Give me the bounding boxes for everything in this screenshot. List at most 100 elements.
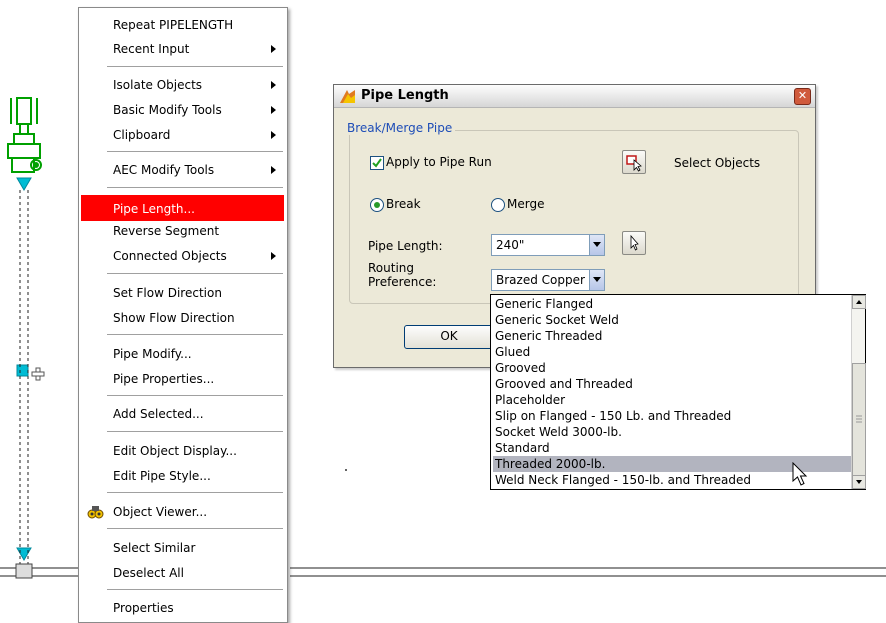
routing-preference-value: Brazed Copper xyxy=(496,273,585,287)
menu-item-pipe-length[interactable]: Pipe Length... xyxy=(81,195,284,221)
apply-to-pipe-run-label: Apply to Pipe Run xyxy=(386,155,492,169)
menu-item-add-selected[interactable]: Add Selected... xyxy=(81,403,284,425)
menu-item-label: Edit Pipe Style... xyxy=(113,469,211,483)
list-item[interactable]: Grooved xyxy=(493,360,853,376)
menu-item-label: Connected Objects xyxy=(113,249,227,263)
menu-separator xyxy=(107,273,283,274)
object-viewer-icon xyxy=(87,506,104,519)
menu-item-show-flow-direction[interactable]: Show Flow Direction xyxy=(81,307,284,329)
routing-preference-dropdown-list[interactable]: Generic Flanged Generic Socket Weld Gene… xyxy=(490,294,866,490)
menu-item-label: Set Flow Direction xyxy=(113,286,222,300)
list-item[interactable]: Glued xyxy=(493,344,853,360)
menu-item-recent-input[interactable]: Recent Input xyxy=(81,38,284,60)
menu-item-object-viewer[interactable]: Object Viewer... xyxy=(81,501,284,523)
submenu-arrow-icon xyxy=(271,106,276,114)
menu-item-edit-pipe-style[interactable]: Edit Pipe Style... xyxy=(81,465,284,487)
list-scrollbar[interactable] xyxy=(851,295,866,489)
chevron-down-icon xyxy=(856,480,862,484)
menu-separator xyxy=(107,334,283,335)
menu-item-label: Clipboard xyxy=(113,128,171,142)
pipe-start-marker[interactable] xyxy=(16,177,32,191)
break-radio[interactable] xyxy=(370,198,384,212)
menu-item-label: Recent Input xyxy=(113,42,190,56)
menu-item-aec-modify-tools[interactable]: AEC Modify Tools xyxy=(81,159,284,181)
dialog-title-bar[interactable]: Pipe Length ✕ xyxy=(334,85,815,108)
menu-item-label: Deselect All xyxy=(113,566,184,580)
pipe-length-app-icon xyxy=(340,90,355,103)
chevron-down-icon[interactable] xyxy=(589,235,604,255)
menu-separator xyxy=(107,395,283,396)
menu-item-label: Basic Modify Tools xyxy=(113,103,222,117)
scroll-thumb[interactable] xyxy=(852,363,866,477)
pipe-length-label: Pipe Length: xyxy=(368,239,443,253)
menu-item-label: Add Selected... xyxy=(113,407,204,421)
pipe-end-marker[interactable] xyxy=(16,547,32,561)
merge-label: Merge xyxy=(507,197,545,211)
routing-preference-combo[interactable]: Brazed Copper xyxy=(491,269,605,291)
menu-item-set-flow-direction[interactable]: Set Flow Direction xyxy=(81,282,284,304)
list-item[interactable]: Generic Flanged xyxy=(493,296,853,312)
menu-separator xyxy=(107,151,283,152)
menu-item-deselect-all[interactable]: Deselect All xyxy=(81,562,284,584)
menu-separator xyxy=(107,589,283,590)
pipe-midpoint-grip[interactable] xyxy=(16,364,29,377)
submenu-arrow-icon xyxy=(271,45,276,53)
ok-button[interactable]: OK xyxy=(404,325,494,349)
list-item[interactable]: Generic Threaded xyxy=(493,328,853,344)
menu-item-label: Object Viewer... xyxy=(113,505,208,519)
menu-item-label: Pipe Properties... xyxy=(113,372,215,386)
menu-item-connected-objects[interactable]: Connected Objects xyxy=(81,245,284,267)
menu-item-basic-modify-tools[interactable]: Basic Modify Tools xyxy=(81,99,284,121)
apply-to-pipe-run-checkbox[interactable] xyxy=(370,156,384,170)
menu-item-pipe-properties[interactable]: Pipe Properties... xyxy=(81,368,284,390)
list-item[interactable]: Grooved and Threaded xyxy=(493,376,853,392)
grip-icon xyxy=(856,415,862,423)
pick-point-icon xyxy=(630,234,639,251)
pipe-length-value: 240" xyxy=(496,238,525,252)
merge-radio[interactable] xyxy=(491,198,505,212)
menu-item-reverse-segment[interactable]: Reverse Segment xyxy=(81,220,284,242)
menu-item-label: Properties xyxy=(113,601,174,615)
menu-separator xyxy=(107,431,283,432)
menu-separator xyxy=(107,528,283,529)
menu-item-label: Edit Object Display... xyxy=(113,444,237,458)
menu-separator xyxy=(107,492,283,493)
menu-item-select-similar[interactable]: Select Similar xyxy=(81,537,284,559)
menu-item-label: AEC Modify Tools xyxy=(113,163,215,177)
menu-item-repeat-pipelength[interactable]: Repeat PIPELENGTH xyxy=(81,14,284,36)
menu-item-clipboard[interactable]: Clipboard xyxy=(81,124,284,146)
select-objects-icon xyxy=(626,155,642,172)
menu-item-label: Isolate Objects xyxy=(113,78,203,92)
menu-item-properties[interactable]: Properties xyxy=(81,597,284,619)
menu-item-label: Repeat PIPELENGTH xyxy=(113,18,234,32)
select-objects-button[interactable] xyxy=(622,150,646,174)
plus-grip-icon[interactable] xyxy=(31,367,45,381)
break-label: Break xyxy=(386,197,421,211)
menu-item-label: Show Flow Direction xyxy=(113,311,235,325)
menu-item-label: Reverse Segment xyxy=(113,224,220,238)
menu-separator xyxy=(107,187,283,188)
scroll-up-button[interactable] xyxy=(852,295,866,309)
list-item[interactable]: Placeholder xyxy=(493,392,853,408)
scroll-down-button[interactable] xyxy=(852,475,866,489)
pipe-length-combo[interactable]: 240" xyxy=(491,234,605,256)
list-item[interactable]: Slip on Flanged - 150 Lb. and Threaded xyxy=(493,408,853,424)
close-icon[interactable]: ✕ xyxy=(794,88,811,105)
list-item[interactable]: Socket Weld 3000-lb. xyxy=(493,424,853,440)
pick-length-button[interactable] xyxy=(622,231,646,255)
routing-preference-label-line2: Preference: xyxy=(368,275,437,289)
list-item[interactable]: Generic Socket Weld xyxy=(493,312,853,328)
elbow-fitting[interactable] xyxy=(15,563,33,579)
menu-item-label: Pipe Length... xyxy=(113,202,195,216)
submenu-arrow-icon xyxy=(271,131,276,139)
submenu-arrow-icon xyxy=(271,252,276,260)
menu-item-edit-object-display[interactable]: Edit Object Display... xyxy=(81,440,284,462)
routing-preference-label-line1: Routing xyxy=(368,261,415,275)
pump-assembly[interactable] xyxy=(7,97,42,173)
menu-item-pipe-modify[interactable]: Pipe Modify... xyxy=(81,343,284,365)
chevron-down-icon[interactable] xyxy=(589,270,604,290)
list-item[interactable]: Standard xyxy=(493,440,853,456)
chevron-up-icon xyxy=(856,300,862,304)
menu-item-isolate-objects[interactable]: Isolate Objects xyxy=(81,74,284,96)
checkmark-icon xyxy=(372,158,382,168)
